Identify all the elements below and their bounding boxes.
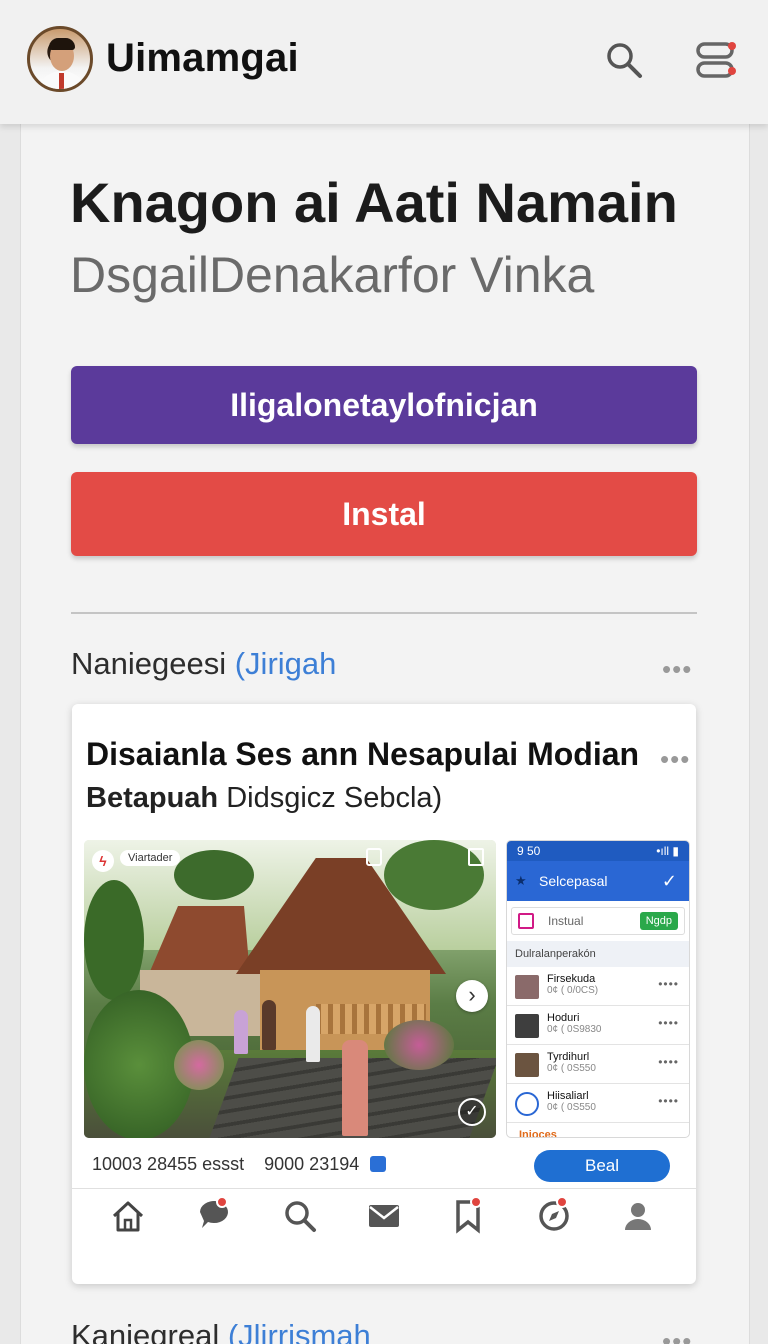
avatar[interactable] bbox=[27, 26, 93, 92]
phone-get-button: Ngdp bbox=[639, 912, 678, 930]
section-1-more-icon[interactable]: ••• bbox=[662, 654, 692, 685]
card-subtitle-rest: Didsgicz Sebcla) bbox=[226, 782, 443, 814]
bottom-nav bbox=[72, 1192, 696, 1252]
bookmark-icon[interactable] bbox=[448, 1196, 488, 1236]
menu-icon[interactable] bbox=[692, 38, 740, 82]
phone-install-row: Instual Ngdp bbox=[511, 907, 685, 935]
phone-list-item: Hiisaliarl 0¢ ( 0S550 •••• bbox=[507, 1084, 689, 1123]
stats-right: 9000 23194 bbox=[264, 1154, 360, 1174]
photo-palm bbox=[174, 850, 254, 900]
phone-status-bar: 9 50 •ıll ▮ bbox=[507, 841, 689, 861]
home-icon[interactable] bbox=[108, 1196, 148, 1236]
chevron-right-icon[interactable]: › bbox=[456, 980, 488, 1012]
card-divider bbox=[72, 1188, 696, 1189]
phone-install-text: Instual bbox=[548, 914, 584, 928]
app-title: Uimamgai bbox=[106, 36, 299, 80]
photo-person bbox=[306, 1006, 320, 1062]
contact-photo bbox=[515, 1092, 539, 1116]
section-title-1: Naniegeesi (Jirigah bbox=[71, 646, 336, 682]
photo-flowers bbox=[384, 1020, 454, 1070]
phone-footer-text: Inioces bbox=[519, 1129, 557, 1138]
mail-icon[interactable] bbox=[364, 1196, 404, 1236]
more-icon: •••• bbox=[658, 977, 679, 991]
compass-icon[interactable] bbox=[534, 1196, 574, 1236]
phone-app-title: Selcepasal bbox=[539, 873, 608, 889]
top-app-bar: Uimamgai bbox=[0, 0, 768, 124]
photo-tag: Viartader bbox=[120, 850, 181, 866]
search-icon[interactable] bbox=[604, 40, 644, 80]
stats-left: 10003 28455 essst bbox=[92, 1154, 245, 1174]
avatar-tie bbox=[59, 73, 64, 89]
app-logo-icon bbox=[518, 913, 534, 929]
photo-person bbox=[342, 1040, 368, 1136]
phone-app-bar: ★ Selcepasal ✓ bbox=[507, 861, 689, 901]
phone-status-time: 9 50 bbox=[517, 844, 541, 858]
page-title: Knagon ai Aati Namain bbox=[70, 171, 678, 234]
phone-list-header: Dulralanperakón bbox=[507, 941, 689, 967]
card-stats: 10003 28455 essst 9000 23194 bbox=[92, 1154, 387, 1175]
section-title-2: Kaniegreal (Jlirrismah bbox=[71, 1318, 371, 1344]
section-title-1-text: Naniegeesi bbox=[71, 646, 227, 681]
contact-photo bbox=[515, 1053, 539, 1077]
screenshot-photo[interactable]: ϟ Viartader › ✓ bbox=[84, 840, 496, 1138]
notification-dot bbox=[470, 1196, 482, 1208]
star-icon: ★ bbox=[515, 873, 527, 888]
search-nav-icon[interactable] bbox=[280, 1196, 320, 1236]
phone-list-item: Hoduri 0¢ ( 0S9830 •••• bbox=[507, 1006, 689, 1045]
card-subtitle-bold: Betapuah bbox=[86, 782, 219, 814]
avatar-hair bbox=[49, 38, 75, 50]
phone-list-item: Firsekuda 0¢ ( 0/0CS) •••• bbox=[507, 967, 689, 1006]
card-more-icon[interactable]: ••• bbox=[660, 744, 690, 775]
card-title: Disaianla Ses ann Nesapulai Modian bbox=[86, 736, 640, 772]
page-subtitle: DsgailDenakarfor Vinka bbox=[70, 247, 595, 303]
check-icon[interactable]: ✓ bbox=[458, 1098, 486, 1126]
section-2-more-icon[interactable]: ••• bbox=[662, 1326, 692, 1344]
notification-dot bbox=[216, 1196, 228, 1208]
photo-person bbox=[262, 1000, 276, 1050]
section-title-2-text: Kaniegreal bbox=[71, 1318, 220, 1344]
photo-palm bbox=[84, 880, 144, 1000]
lock-icon bbox=[370, 1156, 387, 1172]
notification-dot bbox=[556, 1196, 568, 1208]
phone-status-signal: •ıll ▮ bbox=[656, 844, 679, 858]
app-card[interactable]: Disaianla Ses ann Nesapulai Modian ••• B… bbox=[72, 704, 696, 1284]
phone-list-item: Tyrdihurl 0¢ ( 0S550 •••• bbox=[507, 1045, 689, 1084]
more-icon: •••• bbox=[658, 1055, 679, 1069]
more-icon: •••• bbox=[658, 1016, 679, 1030]
card-subtitle: Betapuah Didsgicz Sebcla) bbox=[86, 782, 442, 815]
contact-photo bbox=[515, 975, 539, 999]
photo-person bbox=[234, 1010, 248, 1054]
chevron-down-icon: ✓ bbox=[661, 871, 677, 891]
photo-flowers bbox=[174, 1040, 224, 1090]
flash-icon: ϟ bbox=[92, 850, 114, 872]
contact-photo bbox=[515, 1014, 539, 1038]
profile-icon[interactable] bbox=[618, 1196, 658, 1236]
install-button[interactable]: Instal bbox=[71, 472, 697, 556]
phone-icon bbox=[366, 848, 382, 866]
chat-icon[interactable] bbox=[194, 1196, 234, 1236]
section-title-2-accent[interactable]: (Jlirrismah bbox=[228, 1318, 371, 1344]
square-icon bbox=[468, 848, 484, 866]
section-divider bbox=[71, 612, 697, 614]
card-action-button[interactable]: Beal bbox=[534, 1150, 670, 1182]
more-icon: •••• bbox=[658, 1094, 679, 1108]
section-title-1-accent[interactable]: (Jirigah bbox=[235, 646, 337, 681]
primary-action-button[interactable]: Iligalonetaylofnicjan bbox=[71, 366, 697, 444]
phone-screenshot[interactable]: 9 50 •ıll ▮ ★ Selcepasal ✓ Instual Ngdp … bbox=[506, 840, 690, 1138]
